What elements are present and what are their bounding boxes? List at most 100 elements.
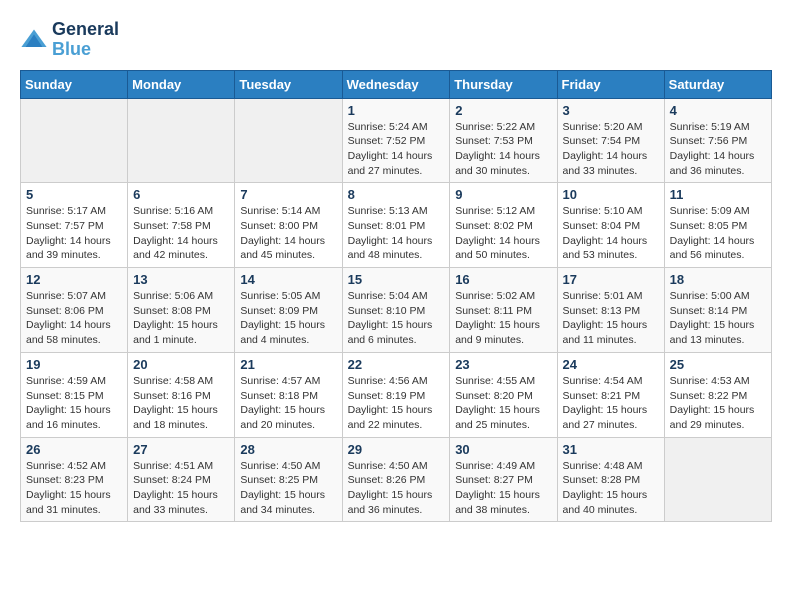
day-info: Sunrise: 5:19 AM Sunset: 7:56 PM Dayligh…: [670, 120, 766, 179]
calendar-week-row: 12 Sunrise: 5:07 AM Sunset: 8:06 PM Dayli…: [21, 268, 772, 353]
calendar-cell: 31Sunrise: 4:48 AM Sunset: 8:28 PM Dayli…: [557, 437, 664, 522]
day-number: 2: [455, 103, 551, 118]
calendar-week-row: 5 Sunrise: 5:17 AM Sunset: 7:57 PM Daylig…: [21, 183, 772, 268]
day-number: 17: [563, 272, 659, 287]
day-info: Sunrise: 4:58 AM Sunset: 8:16 PM Dayligh…: [133, 374, 229, 433]
page-header: General Blue: [20, 20, 772, 60]
calendar-cell: [128, 98, 235, 183]
calendar-cell: 18 Sunrise: 5:00 AM Sunset: 8:14 PM Dayli…: [664, 268, 771, 353]
day-info: Sunrise: 5:05 AM Sunset: 8:09 PM Dayligh…: [240, 289, 336, 348]
day-number: 15: [348, 272, 445, 287]
day-info: Sunrise: 4:59 AM Sunset: 8:15 PM Dayligh…: [26, 374, 122, 433]
day-info: Sunrise: 5:22 AM Sunset: 7:53 PM Dayligh…: [455, 120, 551, 179]
day-info: Sunrise: 5:17 AM Sunset: 7:57 PM Dayligh…: [26, 204, 122, 263]
day-info: Sunrise: 4:48 AM Sunset: 8:28 PM Dayligh…: [563, 459, 659, 518]
logo: General Blue: [20, 20, 119, 60]
day-info: Sunrise: 5:12 AM Sunset: 8:02 PM Dayligh…: [455, 204, 551, 263]
day-number: 27: [133, 442, 229, 457]
day-info: Sunrise: 5:09 AM Sunset: 8:05 PM Dayligh…: [670, 204, 766, 263]
calendar-cell: 13Sunrise: 5:06 AM Sunset: 8:08 PM Dayli…: [128, 268, 235, 353]
day-number: 24: [563, 357, 659, 372]
calendar-cell: 27 Sunrise: 4:51 AM Sunset: 8:24 PM Dayli…: [128, 437, 235, 522]
day-info: Sunrise: 4:57 AM Sunset: 8:18 PM Dayligh…: [240, 374, 336, 433]
logo-icon: [20, 26, 48, 54]
day-number: 4: [670, 103, 766, 118]
calendar-cell: 21 Sunrise: 4:57 AM Sunset: 8:18 PM Dayli…: [235, 352, 342, 437]
calendar-day-header: Saturday: [664, 70, 771, 98]
day-number: 7: [240, 187, 336, 202]
day-info: Sunrise: 5:16 AM Sunset: 7:58 PM Dayligh…: [133, 204, 229, 263]
day-number: 22: [348, 357, 445, 372]
day-info: Sunrise: 5:00 AM Sunset: 8:14 PM Dayligh…: [670, 289, 766, 348]
calendar-cell: 14 Sunrise: 5:05 AM Sunset: 8:09 PM Dayli…: [235, 268, 342, 353]
calendar-cell: 23 Sunrise: 4:55 AM Sunset: 8:20 PM Dayli…: [450, 352, 557, 437]
calendar-cell: 20 Sunrise: 4:58 AM Sunset: 8:16 PM Dayli…: [128, 352, 235, 437]
calendar-cell: 30 Sunrise: 4:49 AM Sunset: 8:27 PM Dayli…: [450, 437, 557, 522]
calendar-day-header: Tuesday: [235, 70, 342, 98]
calendar-cell: [21, 98, 128, 183]
calendar-cell: [664, 437, 771, 522]
day-info: Sunrise: 4:51 AM Sunset: 8:24 PM Dayligh…: [133, 459, 229, 518]
calendar-cell: 10Sunrise: 5:10 AM Sunset: 8:04 PM Dayli…: [557, 183, 664, 268]
calendar-week-row: 19 Sunrise: 4:59 AM Sunset: 8:15 PM Dayli…: [21, 352, 772, 437]
day-number: 1: [348, 103, 445, 118]
calendar-cell: 11 Sunrise: 5:09 AM Sunset: 8:05 PM Dayli…: [664, 183, 771, 268]
day-number: 16: [455, 272, 551, 287]
day-info: Sunrise: 4:56 AM Sunset: 8:19 PM Dayligh…: [348, 374, 445, 433]
calendar-cell: 22 Sunrise: 4:56 AM Sunset: 8:19 PM Dayli…: [342, 352, 450, 437]
calendar-cell: 16 Sunrise: 5:02 AM Sunset: 8:11 PM Dayli…: [450, 268, 557, 353]
calendar-cell: 4 Sunrise: 5:19 AM Sunset: 7:56 PM Daylig…: [664, 98, 771, 183]
calendar-cell: 9Sunrise: 5:12 AM Sunset: 8:02 PM Daylig…: [450, 183, 557, 268]
day-info: Sunrise: 5:24 AM Sunset: 7:52 PM Dayligh…: [348, 120, 445, 179]
calendar-cell: 26Sunrise: 4:52 AM Sunset: 8:23 PM Dayli…: [21, 437, 128, 522]
calendar-cell: 12 Sunrise: 5:07 AM Sunset: 8:06 PM Dayli…: [21, 268, 128, 353]
day-number: 14: [240, 272, 336, 287]
calendar-cell: 29Sunrise: 4:50 AM Sunset: 8:26 PM Dayli…: [342, 437, 450, 522]
calendar-header-row: SundayMondayTuesdayWednesdayThursdayFrid…: [21, 70, 772, 98]
day-info: Sunrise: 5:01 AM Sunset: 8:13 PM Dayligh…: [563, 289, 659, 348]
day-number: 5: [26, 187, 122, 202]
day-info: Sunrise: 5:20 AM Sunset: 7:54 PM Dayligh…: [563, 120, 659, 179]
day-info: Sunrise: 4:55 AM Sunset: 8:20 PM Dayligh…: [455, 374, 551, 433]
day-number: 20: [133, 357, 229, 372]
calendar-cell: 19 Sunrise: 4:59 AM Sunset: 8:15 PM Dayli…: [21, 352, 128, 437]
calendar-day-header: Thursday: [450, 70, 557, 98]
day-number: 25: [670, 357, 766, 372]
calendar-cell: 25Sunrise: 4:53 AM Sunset: 8:22 PM Dayli…: [664, 352, 771, 437]
calendar-day-header: Friday: [557, 70, 664, 98]
day-info: Sunrise: 4:52 AM Sunset: 8:23 PM Dayligh…: [26, 459, 122, 518]
day-info: Sunrise: 4:49 AM Sunset: 8:27 PM Dayligh…: [455, 459, 551, 518]
day-number: 21: [240, 357, 336, 372]
day-number: 3: [563, 103, 659, 118]
calendar-day-header: Wednesday: [342, 70, 450, 98]
day-number: 6: [133, 187, 229, 202]
calendar-cell: [235, 98, 342, 183]
calendar-cell: 24 Sunrise: 4:54 AM Sunset: 8:21 PM Dayli…: [557, 352, 664, 437]
calendar-week-row: 1 Sunrise: 5:24 AM Sunset: 7:52 PM Daylig…: [21, 98, 772, 183]
day-number: 23: [455, 357, 551, 372]
day-info: Sunrise: 5:04 AM Sunset: 8:10 PM Dayligh…: [348, 289, 445, 348]
day-number: 19: [26, 357, 122, 372]
calendar-cell: 1 Sunrise: 5:24 AM Sunset: 7:52 PM Daylig…: [342, 98, 450, 183]
calendar-week-row: 26Sunrise: 4:52 AM Sunset: 8:23 PM Dayli…: [21, 437, 772, 522]
calendar-cell: 6 Sunrise: 5:16 AM Sunset: 7:58 PM Daylig…: [128, 183, 235, 268]
calendar-table: SundayMondayTuesdayWednesdayThursdayFrid…: [20, 70, 772, 523]
day-info: Sunrise: 4:50 AM Sunset: 8:25 PM Dayligh…: [240, 459, 336, 518]
day-number: 30: [455, 442, 551, 457]
day-info: Sunrise: 5:06 AM Sunset: 8:08 PM Dayligh…: [133, 289, 229, 348]
calendar-cell: 28 Sunrise: 4:50 AM Sunset: 8:25 PM Dayli…: [235, 437, 342, 522]
day-info: Sunrise: 5:07 AM Sunset: 8:06 PM Dayligh…: [26, 289, 122, 348]
day-number: 10: [563, 187, 659, 202]
logo-text: General Blue: [52, 20, 119, 60]
day-number: 11: [670, 187, 766, 202]
day-info: Sunrise: 4:54 AM Sunset: 8:21 PM Dayligh…: [563, 374, 659, 433]
day-info: Sunrise: 5:13 AM Sunset: 8:01 PM Dayligh…: [348, 204, 445, 263]
calendar-cell: 15 Sunrise: 5:04 AM Sunset: 8:10 PM Dayli…: [342, 268, 450, 353]
day-info: Sunrise: 5:02 AM Sunset: 8:11 PM Dayligh…: [455, 289, 551, 348]
calendar-cell: 5 Sunrise: 5:17 AM Sunset: 7:57 PM Daylig…: [21, 183, 128, 268]
day-number: 28: [240, 442, 336, 457]
day-number: 8: [348, 187, 445, 202]
day-number: 18: [670, 272, 766, 287]
calendar-cell: 17 Sunrise: 5:01 AM Sunset: 8:13 PM Dayli…: [557, 268, 664, 353]
day-number: 12: [26, 272, 122, 287]
